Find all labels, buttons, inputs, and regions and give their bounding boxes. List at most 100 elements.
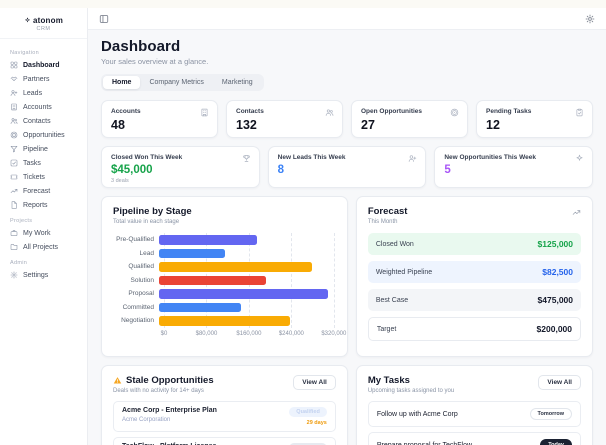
warning-icon bbox=[113, 376, 122, 385]
ticket-icon bbox=[10, 173, 18, 181]
chart-x-tick-label: $160,000 bbox=[236, 330, 262, 337]
page-title: Dashboard bbox=[101, 38, 181, 55]
forecast-title: Forecast bbox=[367, 206, 408, 217]
forecast-row-label: Best Case bbox=[375, 296, 409, 304]
charts-row: Pipeline by Stage Total value in each st… bbox=[101, 196, 593, 357]
chart-bar bbox=[159, 302, 241, 312]
forecast-row-best-case: Best Case $475,000 bbox=[367, 289, 581, 311]
card-new-leads-week: New Leads This Week 8 bbox=[267, 146, 427, 188]
forecast-card: Forecast This Month Closed Won $125,000 bbox=[355, 196, 593, 357]
stale-item-techflow[interactable]: TechFlow - Platform License TechFlow Sol… bbox=[113, 436, 336, 445]
forecast-row-label: Target bbox=[376, 325, 397, 333]
kpi-label: Contacts bbox=[236, 108, 264, 115]
sidebar-item-forecast[interactable]: Forecast bbox=[0, 184, 87, 198]
target-icon bbox=[450, 108, 459, 117]
sidebar-item-tasks[interactable]: Tasks bbox=[0, 156, 87, 170]
stale-item-acme[interactable]: Acme Corp - Enterprise Plan Acme Corpora… bbox=[113, 401, 336, 432]
forecast-row-weighted-pipeline: Weighted Pipeline $82,500 bbox=[367, 261, 581, 283]
task-name: Follow up with Acme Corp bbox=[376, 410, 458, 418]
opportunity-name: Acme Corp - Enterprise Plan bbox=[122, 407, 217, 414]
target-icon bbox=[10, 131, 18, 139]
tasks-title: My Tasks bbox=[367, 375, 410, 386]
task-name: Prepare proposal for TechFlow bbox=[376, 441, 473, 445]
chart-bar-track bbox=[159, 233, 334, 247]
chart-category-label: Negotiation bbox=[121, 317, 154, 325]
chart-category-label: Qualified bbox=[128, 263, 154, 271]
main-wrap: Dashboard Your sales overview at a glanc… bbox=[88, 8, 606, 445]
sidebar-item-partners[interactable]: Partners bbox=[0, 72, 87, 86]
chart-bar bbox=[159, 235, 258, 245]
chart-category-label: Solution bbox=[130, 276, 155, 284]
week-value: $45,000 bbox=[111, 164, 153, 176]
kpi-card-contacts: Contacts 132 bbox=[226, 100, 343, 138]
forecast-rows: Closed Won $125,000 Weighted Pipeline $8… bbox=[367, 233, 581, 341]
sidebar-item-pipeline[interactable]: Pipeline bbox=[0, 142, 87, 156]
sidebar-item-leads[interactable]: Leads bbox=[0, 86, 87, 100]
chart-bar-track bbox=[159, 301, 334, 315]
sidebar-item-tickets[interactable]: Tickets bbox=[0, 170, 87, 184]
sidebar-section-label: Projects bbox=[10, 218, 33, 224]
kpi-row: Accounts 48 Contacts 132 Open Opportunit… bbox=[101, 100, 593, 138]
panel-left-icon[interactable] bbox=[99, 14, 109, 24]
sidebar-item-settings[interactable]: Settings bbox=[0, 268, 87, 282]
users-icon bbox=[325, 108, 334, 117]
kpi-label: Accounts bbox=[111, 108, 141, 115]
grid-icon bbox=[10, 61, 18, 69]
briefcase-icon bbox=[10, 229, 18, 237]
tab-home[interactable]: Home bbox=[103, 76, 141, 89]
chart-x-axis: $0 $80,000 $160,000 $240,000 $320,000 bbox=[160, 330, 347, 340]
chart-bar bbox=[159, 262, 312, 272]
chart-x-tick-label: $80,000 bbox=[195, 330, 218, 337]
sidebar-item-opportunities[interactable]: Opportunities bbox=[0, 128, 87, 142]
forecast-row-value: $200,000 bbox=[536, 324, 572, 334]
trending-up-icon bbox=[572, 208, 581, 217]
week-label: New Opportunities This Week bbox=[444, 154, 536, 161]
sidebar-item-label: Tickets bbox=[23, 173, 45, 181]
chart-x-tick-label: $0 bbox=[160, 330, 168, 337]
tasks-view-all-button[interactable]: View All bbox=[538, 375, 581, 390]
sparkles-icon bbox=[575, 154, 584, 163]
forecast-row-value: $475,000 bbox=[537, 295, 573, 305]
sidebar-item-label: Forecast bbox=[23, 187, 51, 195]
building-icon bbox=[200, 108, 209, 117]
sidebar-item-label: My Work bbox=[23, 229, 51, 237]
sidebar-item-my-work[interactable]: My Work bbox=[0, 226, 87, 240]
tab-bar: Home Company Metrics Marketing bbox=[101, 74, 264, 91]
task-item-follow-up[interactable]: Follow up with Acme Corp Tomorrow bbox=[367, 401, 581, 427]
chart-bar-track bbox=[159, 274, 334, 288]
sidebar-section-label: Admin bbox=[10, 260, 28, 266]
sidebar-item-dashboard[interactable]: Dashboard bbox=[0, 58, 87, 72]
chart-category-label: Pre-Qualified bbox=[116, 236, 154, 244]
kpi-value: 27 bbox=[361, 118, 375, 132]
tab-company-metrics[interactable]: Company Metrics bbox=[140, 76, 212, 89]
sidebar-item-label: Reports bbox=[23, 201, 48, 209]
sidebar: atonom CRM Navigation Dashboard Partners… bbox=[0, 8, 88, 445]
gear-icon[interactable] bbox=[585, 14, 595, 24]
tasks-subtitle: Upcoming tasks assigned to you bbox=[367, 388, 455, 394]
app-root: atonom CRM Navigation Dashboard Partners… bbox=[0, 0, 606, 445]
forecast-row-value: $82,500 bbox=[542, 267, 573, 277]
sidebar-item-accounts[interactable]: Accounts bbox=[0, 100, 87, 114]
kpi-value: 12 bbox=[486, 118, 500, 132]
brand-name: atonom bbox=[32, 16, 64, 25]
building-icon bbox=[10, 103, 18, 111]
task-item-prepare-proposal[interactable]: Prepare proposal for TechFlow Today bbox=[367, 432, 581, 445]
forecast-row-closed-won: Closed Won $125,000 bbox=[367, 233, 581, 255]
stale-view-all-button[interactable]: View All bbox=[293, 375, 336, 390]
folder-icon bbox=[10, 243, 18, 251]
clipboard-icon bbox=[575, 108, 584, 117]
user-plus-icon bbox=[408, 154, 417, 163]
sidebar-item-contacts[interactable]: Contacts bbox=[0, 114, 87, 128]
tab-marketing[interactable]: Marketing bbox=[213, 76, 262, 89]
file-icon bbox=[10, 201, 18, 209]
brand-logo: atonom CRM bbox=[0, 12, 87, 39]
forecast-row-label: Closed Won bbox=[375, 240, 414, 248]
chart-rows: Pre-Qualified Lead Qualified Solution Propos… bbox=[113, 233, 336, 328]
sidebar-item-reports[interactable]: Reports bbox=[0, 198, 87, 212]
stale-title: Stale Opportunities bbox=[126, 375, 214, 386]
stale-days: 29 days bbox=[306, 419, 327, 426]
brand-sub: CRM bbox=[36, 26, 51, 32]
forecast-subtitle: This Month bbox=[367, 219, 398, 225]
sidebar-item-all-projects[interactable]: All Projects bbox=[0, 240, 87, 254]
task-items: Follow up with Acme Corp Tomorrow Prepar… bbox=[367, 401, 581, 445]
